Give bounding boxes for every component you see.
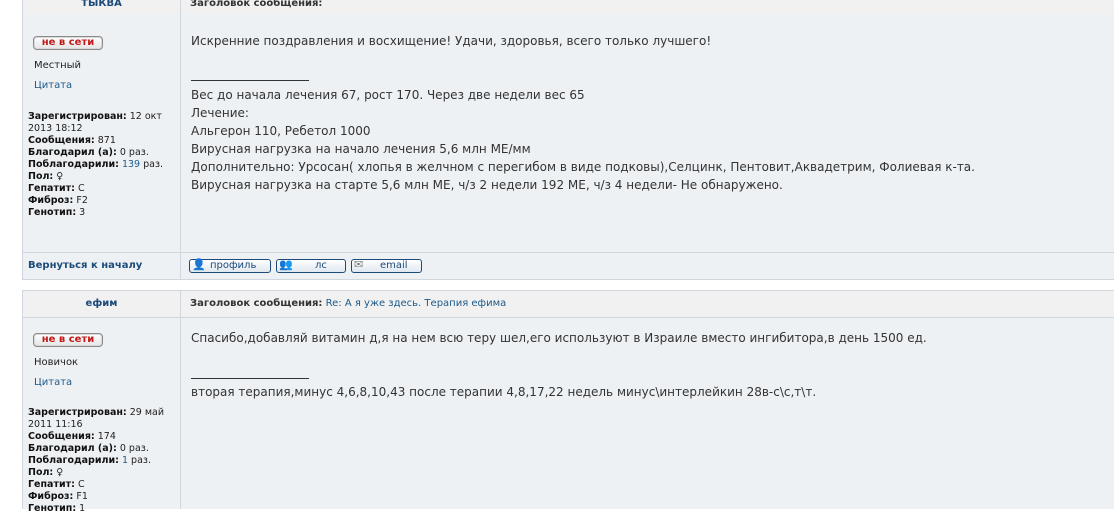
author-profile-panel: не в сети Местный Цитата Зарегистрирован… (22, 14, 181, 252)
post-body: Спасибо,добавляй витамин д,я на нем всю … (181, 318, 1114, 509)
stat-fibrosis: Фиброз: F1 (28, 491, 88, 502)
signature-divider (191, 378, 309, 379)
author-profile-panel: не в сети Новичок Цитата Зарегистрирован… (22, 318, 181, 514)
stat-was-thanked: Поблагодарили: 1 раз. (28, 455, 151, 466)
stat-posts: Сообщения: 871 (28, 135, 116, 146)
post-separator (22, 280, 1114, 290)
stat-gender: Пол: ♀ (28, 467, 64, 478)
user-rank: Местный (34, 60, 82, 71)
private-message-button[interactable]: 👥 лс (276, 259, 346, 273)
stat-registered: Зарегистрирован: 29 май 2011 11:16 (28, 407, 165, 430)
stat-hepatitis: Гепатит: C (28, 183, 85, 194)
forum-board: ТЫКВА Заголовок сообщения: не в сети Мес… (22, 0, 1114, 514)
stat-genotype: Генотип: 1 (28, 503, 86, 514)
post-message: Искренние поздравления и восхищение! Уда… (191, 34, 712, 48)
stat-thanked: Благодарил (а): 0 раз. (28, 147, 149, 158)
profile-button[interactable]: 👤 профиль (189, 259, 271, 273)
email-button[interactable]: ✉ email (351, 259, 422, 273)
users-icon: 👥 (279, 258, 293, 271)
offline-status-badge: не в сети (33, 333, 103, 347)
post-header: ефим Заголовок сообщения: Re: А я уже зд… (22, 290, 1114, 318)
stat-posts: Сообщения: 174 (28, 431, 116, 442)
stat-registered: Зарегистрирован: 12 окт 2013 18:12 (28, 111, 162, 134)
post-message: Спасибо,добавляй витамин д,я на нем всю … (191, 331, 927, 345)
post-header: ТЫКВА Заголовок сообщения: (22, 0, 1114, 15)
post-author[interactable]: ефим (22, 291, 181, 317)
stat-thanked: Благодарил (а): 0 раз. (28, 443, 149, 454)
post-signature: вторая терапия,минус 4,6,8,10,43 после т… (191, 385, 817, 399)
stat-was-thanked: Поблагодарили: 139 раз. (28, 159, 164, 170)
quote-link[interactable]: Цитата (34, 80, 72, 91)
user-rank: Новичок (34, 357, 79, 368)
stat-genotype: Генотип: 3 (28, 207, 86, 218)
user-icon: 👤 (192, 258, 206, 271)
post-footer: Вернуться к началу 👤 профиль 👥 лс ✉ emai… (22, 252, 1114, 280)
stat-fibrosis: Фиброз: F2 (28, 195, 88, 206)
post-subject: Заголовок сообщения: (190, 0, 323, 9)
post-subject: Заголовок сообщения: Re: А я уже здесь. … (190, 298, 507, 309)
offline-status-badge: не в сети (33, 36, 103, 50)
post-signature: Вес до начала лечения 67, рост 170. Чере… (191, 88, 975, 192)
signature-divider (191, 80, 309, 81)
user-stats: Зарегистрирован: 12 окт 2013 18:12 Сообщ… (28, 111, 178, 219)
back-to-top-link[interactable]: Вернуться к началу (22, 253, 181, 279)
stat-hepatitis: Гепатит: C (28, 479, 85, 490)
quote-link[interactable]: Цитата (34, 377, 72, 388)
user-stats: Зарегистрирован: 29 май 2011 11:16 Сообщ… (28, 407, 178, 515)
post-body: Искренние поздравления и восхищение! Уда… (181, 14, 1114, 252)
post-author[interactable]: ТЫКВА (22, 0, 181, 14)
stat-gender: Пол: ♀ (28, 171, 64, 182)
envelope-icon: ✉ (354, 258, 364, 271)
